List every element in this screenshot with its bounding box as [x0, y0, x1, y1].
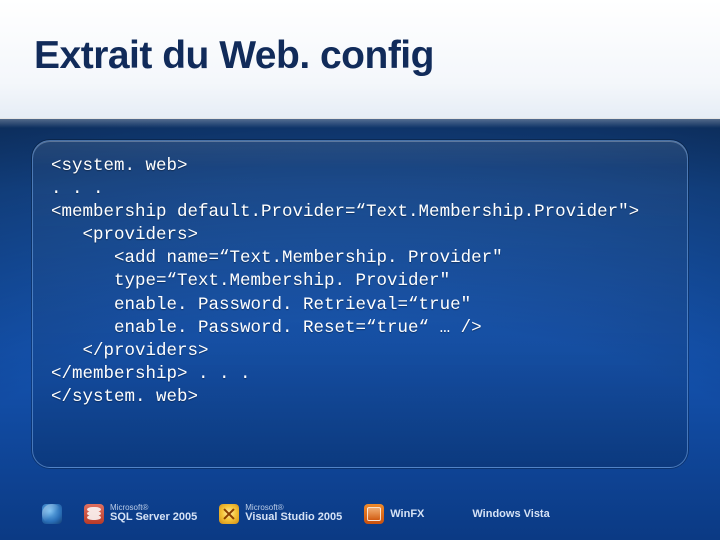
footer-logos: Microsoft® SQL Server 2005 Microsoft® Vi…: [0, 494, 720, 540]
header-gloss: [0, 118, 720, 128]
winfx-icon: [364, 504, 384, 524]
logo-vs-main: Visual Studio 2005: [245, 512, 342, 524]
windows-flag-icon: [445, 504, 467, 524]
sqlserver-icon: [84, 504, 104, 524]
logo-winfx: WinFX: [364, 504, 424, 524]
slide-title: Extrait du Web. config: [34, 34, 434, 78]
slide: Extrait du Web. config <system. web> . .…: [0, 0, 720, 540]
code-block: <system. web> . . . <membership default.…: [51, 155, 669, 409]
logo-vista-label: Windows Vista: [472, 508, 549, 520]
logo-windowsvista: Windows Vista: [446, 504, 549, 524]
code-panel: <system. web> . . . <membership default.…: [32, 140, 688, 468]
logo-vs-small: Microsoft®: [245, 504, 342, 512]
logo-winfx-label: WinFX: [390, 508, 424, 520]
logo-hp: [42, 504, 62, 524]
logo-visualstudio: Microsoft® Visual Studio 2005: [219, 504, 342, 524]
hp-icon: [42, 504, 62, 524]
logo-sqlserver: Microsoft® SQL Server 2005: [84, 504, 197, 524]
logo-sql-main: SQL Server 2005: [110, 512, 197, 524]
logo-sql-small: Microsoft®: [110, 504, 197, 512]
visualstudio-icon: [219, 504, 239, 524]
